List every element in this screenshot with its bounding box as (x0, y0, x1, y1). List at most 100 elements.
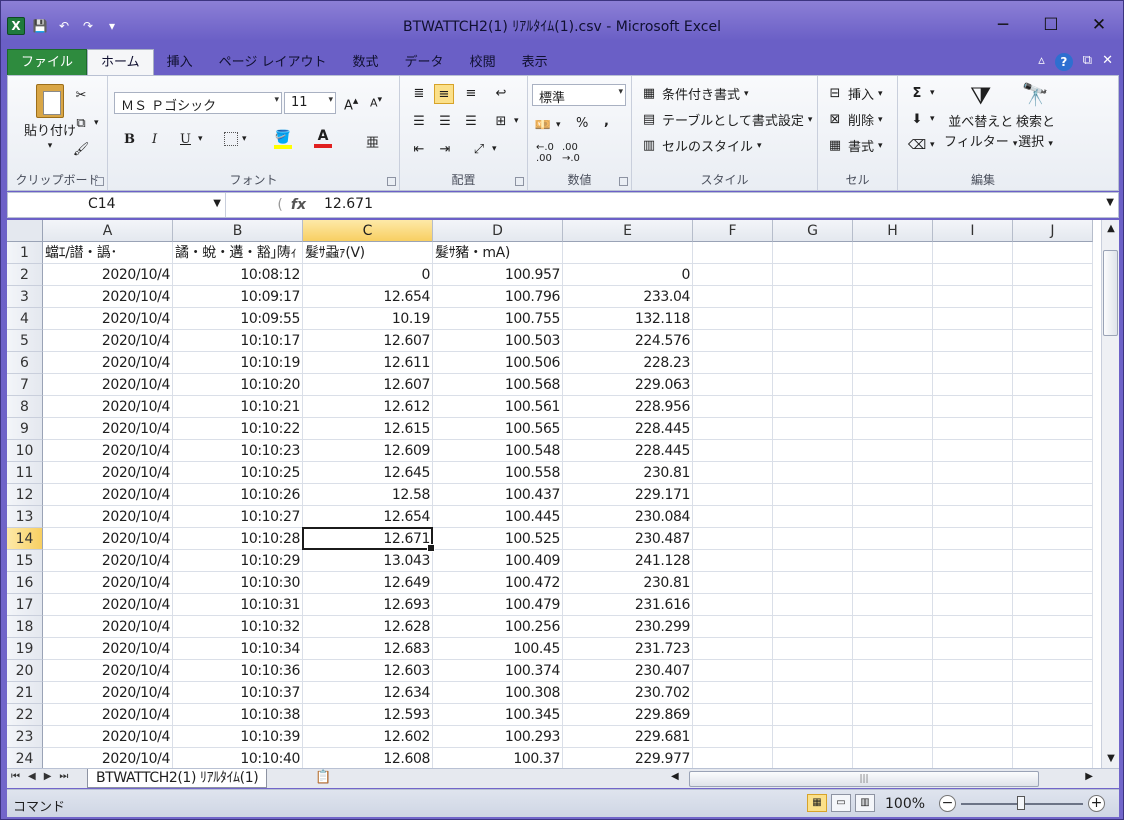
row-header[interactable]: 7 (7, 374, 43, 396)
fill-button[interactable]: ⬇ ▾ (908, 110, 935, 128)
underline-button[interactable]: U (180, 132, 191, 147)
zoom-in-icon[interactable]: + (1088, 795, 1105, 812)
scroll-up-icon[interactable]: ▲ (1102, 220, 1120, 238)
cell-h22[interactable] (853, 704, 933, 726)
align-center-button[interactable]: ☰ (436, 112, 454, 130)
cell-h8[interactable] (853, 396, 933, 418)
cell-b1[interactable]: 譎・蛻・遘・豁｣陦ｨ (173, 242, 303, 264)
dialog-launcher-icon[interactable] (515, 177, 524, 186)
prev-sheet-icon[interactable]: ◀ (28, 771, 36, 782)
tab-formulas[interactable]: 数式 (340, 51, 392, 75)
conditional-formatting-button[interactable]: ▦ 条件付き書式 ▾ (640, 84, 749, 103)
font-color-button[interactable]: A (314, 128, 332, 148)
cell-f3[interactable] (693, 286, 773, 308)
cell-h24[interactable] (853, 748, 933, 768)
format-cells-button[interactable]: ▦ 書式 ▾ (826, 136, 883, 155)
row-header[interactable]: 1 (7, 242, 43, 264)
cell-i18[interactable] (933, 616, 1013, 638)
cell-e10[interactable]: 228.445 (563, 440, 693, 462)
cell-j8[interactable] (1013, 396, 1093, 418)
cell-e23[interactable]: 229.681 (563, 726, 693, 748)
cell-a16[interactable]: 2020/10/4 (43, 572, 173, 594)
cell-h23[interactable] (853, 726, 933, 748)
cell-d21[interactable]: 100.308 (433, 682, 563, 704)
row-header[interactable]: 9 (7, 418, 43, 440)
cell-c13[interactable]: 12.654 (303, 506, 433, 528)
cell-d13[interactable]: 100.445 (433, 506, 563, 528)
zoom-level[interactable]: 100% (885, 796, 925, 812)
cell-h17[interactable] (853, 594, 933, 616)
cell-d20[interactable]: 100.374 (433, 660, 563, 682)
cell-h10[interactable] (853, 440, 933, 462)
cell-f24[interactable] (693, 748, 773, 768)
cell-j1[interactable] (1013, 242, 1093, 264)
cell-d15[interactable]: 100.409 (433, 550, 563, 572)
cell-c18[interactable]: 12.628 (303, 616, 433, 638)
italic-button[interactable]: I (152, 132, 157, 147)
cell-i15[interactable] (933, 550, 1013, 572)
cell-j17[interactable] (1013, 594, 1093, 616)
cell-i4[interactable] (933, 308, 1013, 330)
cell-j12[interactable] (1013, 484, 1093, 506)
sheet-tab[interactable]: BTWATTCH2(1) ﾘｱﾙﾀｲﾑ(1) (87, 769, 268, 788)
cell-f21[interactable] (693, 682, 773, 704)
cell-e1[interactable] (563, 242, 693, 264)
formula-input[interactable]: 12.671 (324, 196, 373, 212)
cell-f12[interactable] (693, 484, 773, 506)
cell-g7[interactable] (773, 374, 853, 396)
cell-g3[interactable] (773, 286, 853, 308)
cell-i12[interactable] (933, 484, 1013, 506)
cell-f8[interactable] (693, 396, 773, 418)
cell-a8[interactable]: 2020/10/4 (43, 396, 173, 418)
column-header-c[interactable]: C (303, 220, 433, 242)
cell-j3[interactable] (1013, 286, 1093, 308)
cell-j2[interactable] (1013, 264, 1093, 286)
cell-f22[interactable] (693, 704, 773, 726)
cell-f14[interactable] (693, 528, 773, 550)
first-sheet-icon[interactable]: ⏮ (11, 771, 20, 782)
cell-d8[interactable]: 100.561 (433, 396, 563, 418)
cell-i11[interactable] (933, 462, 1013, 484)
cell-e6[interactable]: 228.23 (563, 352, 693, 374)
cell-f20[interactable] (693, 660, 773, 682)
zoom-slider[interactable]: − + (937, 794, 1107, 814)
page-layout-view-icon[interactable]: ▭ (831, 794, 851, 812)
cell-i1[interactable] (933, 242, 1013, 264)
cell-b11[interactable]: 10:10:25 (173, 462, 303, 484)
row-header[interactable]: 10 (7, 440, 43, 462)
cell-b23[interactable]: 10:10:39 (173, 726, 303, 748)
cell-b2[interactable]: 10:08:12 (173, 264, 303, 286)
cell-i3[interactable] (933, 286, 1013, 308)
format-as-table-button[interactable]: ▤ テーブルとして書式設定 ▾ (640, 110, 813, 129)
cell-g6[interactable] (773, 352, 853, 374)
cell-a21[interactable]: 2020/10/4 (43, 682, 173, 704)
cell-a15[interactable]: 2020/10/4 (43, 550, 173, 572)
cell-d19[interactable]: 100.45 (433, 638, 563, 660)
cell-e20[interactable]: 230.407 (563, 660, 693, 682)
cell-e13[interactable]: 230.084 (563, 506, 693, 528)
column-header-f[interactable]: F (693, 220, 773, 242)
cell-a19[interactable]: 2020/10/4 (43, 638, 173, 660)
cell-j7[interactable] (1013, 374, 1093, 396)
cell-g15[interactable] (773, 550, 853, 572)
cell-i16[interactable] (933, 572, 1013, 594)
cell-e5[interactable]: 224.576 (563, 330, 693, 352)
cell-e18[interactable]: 230.299 (563, 616, 693, 638)
cell-h6[interactable] (853, 352, 933, 374)
cell-g13[interactable] (773, 506, 853, 528)
cell-e21[interactable]: 230.702 (563, 682, 693, 704)
cell-h9[interactable] (853, 418, 933, 440)
row-header[interactable]: 23 (7, 726, 43, 748)
cell-i10[interactable] (933, 440, 1013, 462)
row-header[interactable]: 18 (7, 616, 43, 638)
paste-button[interactable]: 貼り付け ▾ (24, 84, 76, 151)
cell-h13[interactable] (853, 506, 933, 528)
cell-b14[interactable]: 10:10:28 (173, 528, 303, 550)
column-header-h[interactable]: H (853, 220, 933, 242)
cell-a12[interactable]: 2020/10/4 (43, 484, 173, 506)
tab-home[interactable]: ホーム (87, 49, 154, 75)
cell-c9[interactable]: 12.615 (303, 418, 433, 440)
cell-g19[interactable] (773, 638, 853, 660)
cell-f10[interactable] (693, 440, 773, 462)
cell-d24[interactable]: 100.37 (433, 748, 563, 768)
